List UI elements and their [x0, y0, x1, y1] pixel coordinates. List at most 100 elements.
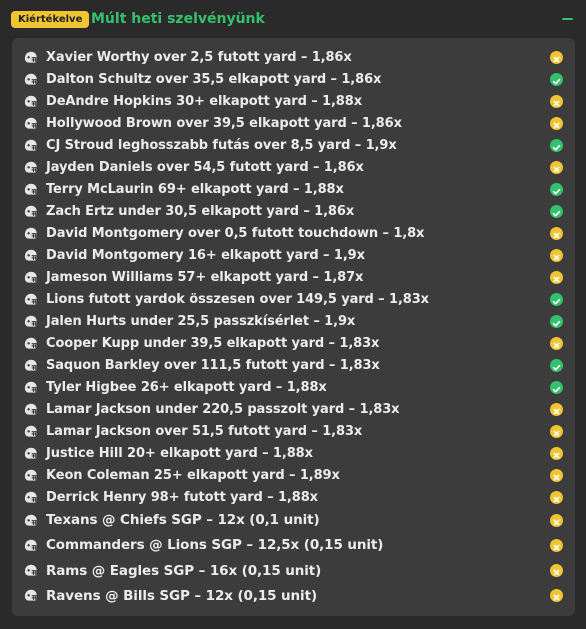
- bet-label: David Montgomery 16+ elkapott yard – 1,9…: [46, 247, 365, 263]
- bet-row: Keon Coleman 25+ elkapott yard – 1,89x: [12, 464, 575, 486]
- check-icon: [550, 358, 563, 372]
- bet-row: Derrick Henry 98+ futott yard – 1,88x: [12, 486, 575, 508]
- bet-label: Texans @ Chiefs SGP – 12x (0,1 unit): [46, 512, 320, 528]
- check-icon: [550, 72, 563, 86]
- helmet-icon: [23, 380, 38, 395]
- helmet-icon: [23, 468, 38, 483]
- collapse-icon[interactable]: [562, 18, 573, 20]
- bet-row: Jayden Daniels over 54,5 futott yard – 1…: [12, 156, 575, 178]
- cross-icon: [550, 402, 563, 416]
- bet-label: Lions futott yardok összesen over 149,5 …: [46, 291, 429, 307]
- bet-row: Texans @ Chiefs SGP – 12x (0,1 unit): [12, 509, 575, 531]
- check-icon: [550, 182, 563, 196]
- helmet-icon: [23, 358, 38, 373]
- bet-label: Ravens @ Bills SGP – 12x (0,15 unit): [46, 587, 318, 604]
- helmet-icon: [23, 116, 38, 131]
- check-icon: [550, 292, 563, 306]
- bet-row: Rams @ Eagles SGP – 16x (0,15 unit): [12, 560, 575, 582]
- cross-icon: [550, 513, 563, 527]
- bet-row: Cooper Kupp under 39,5 elkapott yard – 1…: [12, 332, 575, 354]
- helmet-icon: [23, 513, 38, 528]
- helmet-icon: [23, 182, 38, 197]
- cross-icon: [550, 446, 563, 460]
- bet-label: Lamar Jackson over 51,5 futott yard – 1,…: [46, 423, 363, 439]
- cross-icon: [550, 116, 563, 130]
- cross-icon: [550, 424, 563, 438]
- helmet-icon: [23, 424, 38, 439]
- helmet-icon: [23, 138, 38, 153]
- bet-label: Cooper Kupp under 39,5 elkapott yard – 1…: [46, 335, 380, 351]
- helmet-icon: [23, 292, 38, 307]
- bet-label: Xavier Worthy over 2,5 futott yard – 1,8…: [46, 49, 352, 65]
- bet-row: Jameson Williams 57+ elkapott yard – 1,8…: [12, 266, 575, 288]
- bet-label: Hollywood Brown over 39,5 elkapott yard …: [46, 115, 402, 131]
- helmet-icon: [23, 226, 38, 241]
- bet-label: David Montgomery over 0,5 futott touchdo…: [46, 225, 425, 241]
- cross-icon: [550, 160, 563, 174]
- bet-label: Justice Hill 20+ elkapott yard – 1,88x: [46, 445, 313, 461]
- helmet-icon: [23, 72, 38, 87]
- helmet-icon: [23, 336, 38, 351]
- bet-label: Derrick Henry 98+ futott yard – 1,88x: [46, 489, 318, 505]
- cross-icon: [550, 50, 563, 64]
- bet-row: David Montgomery over 0,5 futott touchdo…: [12, 222, 575, 244]
- bet-row: Lions futott yardok összesen over 149,5 …: [12, 288, 575, 310]
- evaluated-badge: Kiértékelve: [11, 11, 90, 28]
- check-icon: [550, 380, 563, 394]
- cross-icon: [550, 270, 563, 284]
- cross-icon: [550, 564, 563, 578]
- cross-icon: [550, 94, 563, 108]
- card-header: Kiértékelve Múlt heti szelvényünk: [0, 0, 586, 38]
- check-icon: [550, 314, 563, 328]
- bet-row: Hollywood Brown over 39,5 elkapott yard …: [12, 112, 575, 134]
- bet-label: Terry McLaurin 69+ elkapott yard – 1,88x: [46, 181, 344, 197]
- helmet-icon: [23, 402, 38, 417]
- bet-label: Jalen Hurts under 25,5 passzkísérlet – 1…: [46, 313, 356, 329]
- bet-row: Lamar Jackson over 51,5 futott yard – 1,…: [12, 420, 575, 442]
- helmet-icon: [23, 50, 38, 65]
- helmet-icon: [23, 446, 38, 461]
- card-title: Múlt heti szelvényünk: [91, 11, 265, 27]
- helmet-icon: [23, 94, 38, 109]
- bet-label: Jayden Daniels over 54,5 futott yard – 1…: [46, 159, 364, 175]
- helmet-icon: [23, 563, 38, 578]
- bet-row: Jalen Hurts under 25,5 passzkísérlet – 1…: [12, 310, 575, 332]
- bet-label: Dalton Schultz over 35,5 elkapott yard –…: [46, 71, 382, 87]
- check-icon: [550, 138, 563, 152]
- bet-row: Xavier Worthy over 2,5 futott yard – 1,8…: [12, 46, 575, 68]
- bet-label: DeAndre Hopkins 30+ elkapott yard – 1,88…: [46, 93, 362, 109]
- bet-row: Justice Hill 20+ elkapott yard – 1,88x: [12, 442, 575, 464]
- bet-row: Tyler Higbee 26+ elkapott yard – 1,88x: [12, 376, 575, 398]
- bet-row: David Montgomery 16+ elkapott yard – 1,9…: [12, 244, 575, 266]
- bet-label: Keon Coleman 25+ elkapott yard – 1,89x: [46, 467, 340, 483]
- check-icon: [550, 204, 563, 218]
- bet-row: Ravens @ Bills SGP – 12x (0,15 unit): [12, 585, 575, 607]
- bets-panel: Xavier Worthy over 2,5 futott yard – 1,8…: [12, 38, 575, 616]
- bet-row: Commanders @ Lions SGP – 12,5x (0,15 uni…: [12, 534, 575, 556]
- bet-label: Zach Ertz under 30,5 elkapott yard – 1,8…: [46, 203, 355, 219]
- bet-label: Tyler Higbee 26+ elkapott yard – 1,88x: [46, 379, 327, 395]
- bet-row: Zach Ertz under 30,5 elkapott yard – 1,8…: [12, 200, 575, 222]
- bet-label: CJ Stroud leghosszabb futás over 8,5 yar…: [46, 137, 397, 153]
- bet-label: Commanders @ Lions SGP – 12,5x (0,15 uni…: [46, 537, 384, 554]
- helmet-icon: [23, 160, 38, 175]
- helmet-icon: [23, 314, 38, 329]
- bet-row: Terry McLaurin 69+ elkapott yard – 1,88x: [12, 178, 575, 200]
- helmet-icon: [23, 248, 38, 263]
- bet-row: CJ Stroud leghosszabb futás over 8,5 yar…: [12, 134, 575, 156]
- cross-icon: [550, 226, 563, 240]
- cross-icon: [550, 589, 563, 603]
- cross-icon: [550, 468, 563, 482]
- cross-icon: [550, 490, 563, 504]
- helmet-icon: [23, 490, 38, 505]
- bet-label: Saquon Barkley over 111,5 futott yard – …: [46, 357, 380, 373]
- bet-row: DeAndre Hopkins 30+ elkapott yard – 1,88…: [12, 90, 575, 112]
- helmet-icon: [23, 204, 38, 219]
- bet-label: Jameson Williams 57+ elkapott yard – 1,8…: [46, 269, 364, 285]
- bet-row: Lamar Jackson under 220,5 passzolt yard …: [12, 398, 575, 420]
- bet-label: Lamar Jackson under 220,5 passzolt yard …: [46, 401, 400, 417]
- helmet-icon: [23, 270, 38, 285]
- cross-icon: [550, 248, 563, 262]
- bet-slip-card: Kiértékelve Múlt heti szelvényünk Xavier…: [0, 0, 586, 629]
- bet-label: Rams @ Eagles SGP – 16x (0,15 unit): [46, 562, 322, 579]
